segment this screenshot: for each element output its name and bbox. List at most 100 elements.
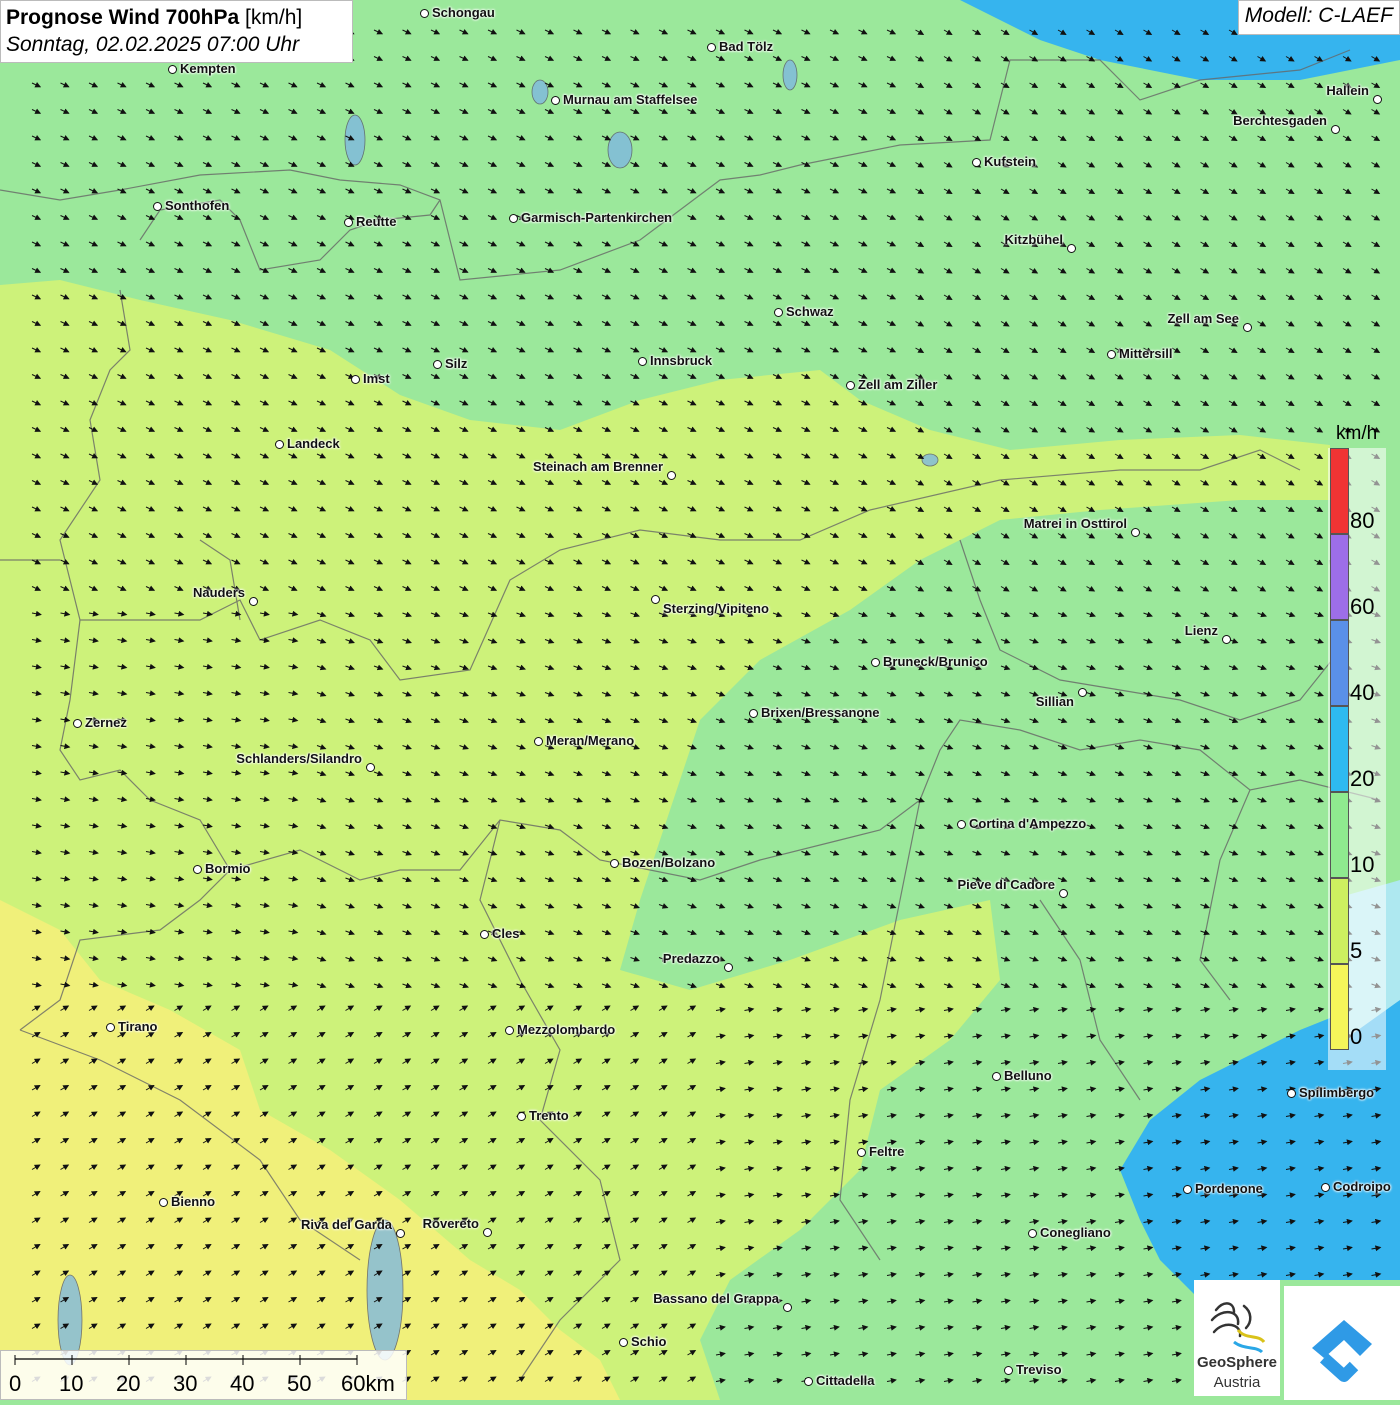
city-label: Brixen/Bressanone: [761, 705, 880, 720]
scale-label-10: 10: [59, 1371, 84, 1396]
city-label: Pordenone: [1195, 1181, 1263, 1196]
city-marker: [159, 1198, 168, 1207]
city-label: Bassano del Grappa: [653, 1291, 779, 1306]
city-label: Schlanders/Silandro: [236, 751, 362, 766]
legend-swatch: [1330, 448, 1349, 534]
city-marker: [610, 859, 619, 868]
city-label: Innsbruck: [650, 353, 713, 368]
city-marker: [420, 9, 429, 18]
city-label: Pieve di Cadore: [957, 877, 1055, 892]
city-label: Belluno: [1004, 1068, 1052, 1083]
city-label: Kempten: [180, 61, 236, 76]
city-marker: [483, 1228, 492, 1237]
scale-label-30: 30: [173, 1371, 198, 1396]
city-label: Kitzbühel: [1004, 232, 1064, 247]
city-marker: [249, 597, 258, 606]
logo-text-austria: Austria: [1213, 1374, 1261, 1391]
logo-text-geosphere: GeoSphere: [1196, 1354, 1278, 1371]
model-label: Modell: C-LAEF: [1237, 0, 1400, 35]
legend-label: 80: [1350, 508, 1375, 533]
scale-label-20: 20: [116, 1371, 141, 1396]
legend-swatch: [1330, 706, 1349, 792]
city-label: Meran/Merano: [546, 733, 635, 748]
city-label: Mezzolombardo: [517, 1022, 616, 1037]
city-marker: [106, 1023, 115, 1032]
city-label: Predazzo: [662, 951, 720, 966]
city-marker: [1321, 1183, 1330, 1192]
city-marker: [551, 96, 560, 105]
city-label: Reutte: [356, 214, 397, 229]
city-marker: [774, 308, 783, 317]
map-title-main: Prognose Wind 700hPa: [6, 6, 240, 29]
city-marker: [73, 719, 82, 728]
city-label: Bozen/Bolzano: [622, 855, 716, 870]
city-label: Nauders: [192, 585, 245, 600]
city-marker: [651, 595, 660, 604]
city-label: Zell am See: [1167, 311, 1239, 326]
city-marker: [344, 218, 353, 227]
city-marker: [638, 357, 647, 366]
legend-label: 10: [1350, 852, 1375, 877]
city-marker: [724, 963, 733, 972]
city-marker: [1222, 635, 1231, 644]
city-label: Mittersill: [1119, 346, 1173, 361]
city-label: Trento: [529, 1108, 569, 1123]
city-marker: [153, 202, 162, 211]
city-marker: [1183, 1185, 1192, 1194]
city-label: Sonthofen: [165, 198, 230, 213]
city-label: Sterzing/Vipiteno: [663, 601, 769, 616]
city-label: Zell am Ziller: [858, 377, 938, 392]
city-label: Steinach am Brenner: [532, 459, 663, 474]
legend-swatch: [1330, 620, 1349, 706]
city-marker: [1059, 889, 1068, 898]
city-label: Schio: [631, 1334, 667, 1349]
scale-label-40: 40: [230, 1371, 255, 1396]
city-marker: [992, 1072, 1001, 1081]
city-label: Cles: [492, 926, 520, 941]
city-marker: [433, 360, 442, 369]
scale-bar-ruler: [14, 1355, 358, 1365]
city-label: Schwaz: [786, 304, 834, 319]
city-marker: [1028, 1229, 1037, 1238]
city-label: Landeck: [287, 436, 340, 451]
city-marker: [517, 1112, 526, 1121]
city-marker: [366, 763, 375, 772]
city-label: Tirano: [118, 1019, 158, 1034]
city-marker: [619, 1338, 628, 1347]
city-label: Cittadella: [816, 1373, 875, 1388]
legend-label: 40: [1350, 680, 1375, 705]
city-label: Riva del Garda: [300, 1217, 392, 1232]
weather-app-logo: [1284, 1286, 1400, 1400]
city-label: Murnau am Staffelsee: [563, 92, 698, 107]
city-marker: [749, 709, 758, 718]
legend-label: 0: [1350, 1024, 1363, 1049]
city-marker: [534, 737, 543, 746]
city-marker: [667, 471, 676, 480]
city-label: Codroipo: [1333, 1179, 1391, 1194]
city-marker: [783, 1303, 792, 1312]
scale-label-50: 50: [287, 1371, 312, 1396]
city-marker: [193, 865, 202, 874]
city-label: Lienz: [1184, 623, 1218, 638]
city-marker: [1373, 95, 1382, 104]
city-label: Bruneck/Brunico: [883, 654, 988, 669]
city-marker: [351, 375, 360, 384]
city-marker: [957, 820, 966, 829]
city-label: Bienno: [171, 1194, 216, 1209]
city-marker: [275, 440, 284, 449]
legend-swatch: [1330, 534, 1349, 620]
city-marker: [871, 658, 880, 667]
city-label: Treviso: [1016, 1362, 1062, 1377]
city-marker: [509, 214, 518, 223]
map-title-unit: [km/h]: [245, 6, 303, 29]
city-marker: [1287, 1089, 1296, 1098]
city-marker: [505, 1026, 514, 1035]
city-label: Sillian: [1035, 694, 1074, 709]
legend-label: 5: [1350, 938, 1363, 963]
city-label: Feltre: [869, 1144, 905, 1159]
city-label: Matrei in Osttirol: [1023, 516, 1127, 531]
city-label: Cortina d'Ampezzo: [969, 816, 1087, 831]
map-title: Prognose Wind 700hPa [km/h]: [6, 4, 347, 32]
blue-arrow-icon: [1312, 1320, 1372, 1382]
city-label: Spilimbergo: [1299, 1085, 1375, 1100]
